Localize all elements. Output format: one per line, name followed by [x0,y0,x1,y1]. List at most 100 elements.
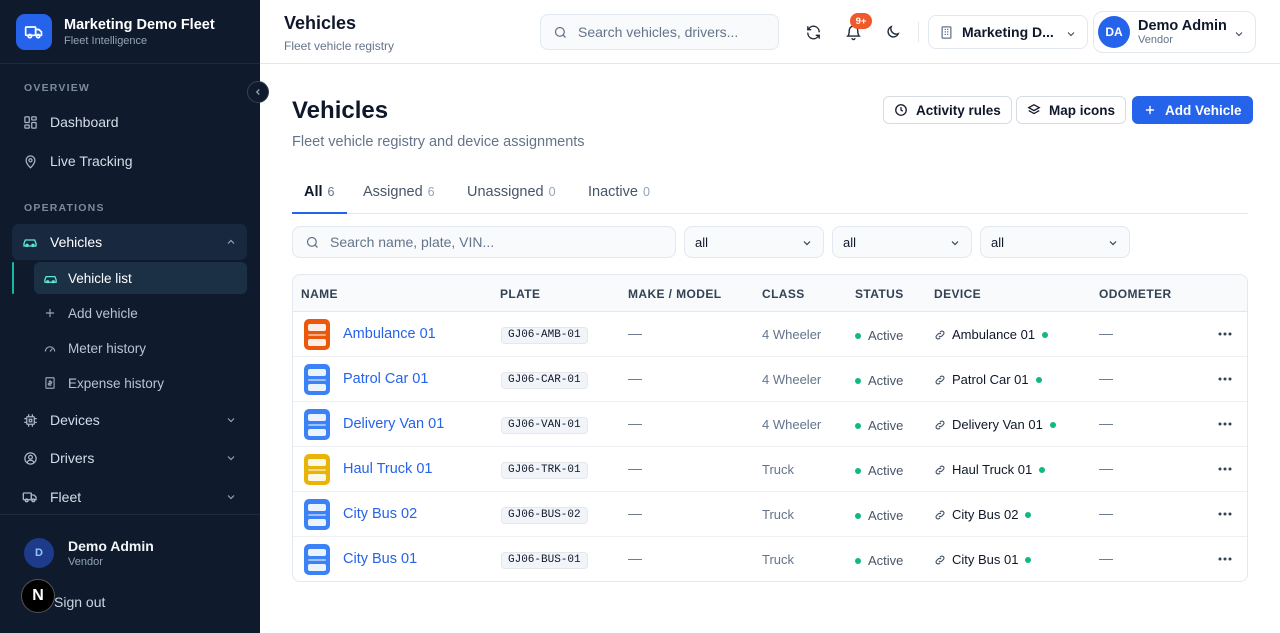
user-menu[interactable]: DA Demo Admin Vendor [1093,11,1256,53]
filter-select-1[interactable]: all [684,226,824,258]
map-pin-icon [22,153,38,169]
activity-rules-button[interactable]: Activity rules [883,96,1012,124]
table-row[interactable]: Patrol Car 01 GJ06-CAR-01 — 4 Wheeler Ac… [293,357,1247,402]
section-operations: OPERATIONS [24,202,105,214]
sidebar-item-label: Dashboard [50,114,119,130]
header-title: Vehicles [284,13,357,33]
more-actions-button[interactable] [1215,551,1235,567]
plate-badge: GJ06-AMB-01 [501,327,588,344]
device-link[interactable]: City Bus 02 [934,507,1032,522]
user-role: Vendor [68,556,103,568]
device-link[interactable]: Ambulance 01 [934,327,1049,342]
link-icon [934,374,946,386]
plus-icon [1143,103,1157,117]
ellipsis-icon [1218,332,1232,336]
column-header[interactable]: MAKE / MODEL [628,287,721,301]
more-actions-button[interactable] [1215,326,1235,342]
tenant-switcher[interactable]: Marketing D... [928,15,1088,49]
sidebar-item-devices[interactable]: Devices [12,402,247,438]
collapse-sidebar-button[interactable] [247,81,269,103]
table-row[interactable]: Delivery Van 01 GJ06-VAN-01 — 4 Wheeler … [293,402,1247,447]
tab-count: 6 [427,185,435,199]
tab-label: All [304,184,323,200]
vehicle-search[interactable] [292,226,676,258]
table-row[interactable]: City Bus 01 GJ06-BUS-01 — Truck Active C… [293,537,1247,581]
sidebar-subitem-label: Add vehicle [68,305,138,321]
truck-icon [22,489,38,505]
device-link[interactable]: Patrol Car 01 [934,372,1042,387]
plate-badge: GJ06-VAN-01 [501,417,588,434]
vehicle-name-link[interactable]: Delivery Van 01 [343,416,444,432]
column-header[interactable]: CLASS [762,287,805,301]
status-dot [855,467,861,474]
sidebar-subitem-vehicle-list[interactable]: Vehicle list [34,262,247,294]
make-model: — [628,460,642,476]
add-vehicle-button[interactable]: Add Vehicle [1132,96,1253,124]
more-actions-button[interactable] [1215,506,1235,522]
tab-unassigned[interactable]: Unassigned 0 [467,184,556,214]
column-header[interactable]: STATUS [855,287,904,301]
sidebar-item-live-tracking[interactable]: Live Tracking [12,143,247,179]
make-model: — [628,415,642,431]
map-icons-button[interactable]: Map icons [1016,96,1127,124]
global-search[interactable] [540,14,779,50]
filter-select-2[interactable]: all [832,226,972,258]
status-badge: Active [855,328,903,343]
link-icon [934,554,946,566]
sidebar-divider [0,514,260,515]
device-link[interactable]: City Bus 01 [934,552,1032,567]
sidebar: Marketing Demo Fleet Fleet Intelligence … [0,0,260,633]
theme-toggle-button[interactable] [881,20,905,44]
vehicle-name-link[interactable]: City Bus 01 [343,551,417,567]
status-tabs: All 6 Assigned 6 Unassigned 0 Inactive 0 [292,176,1248,214]
header-separator [918,22,919,42]
vehicle-name-link[interactable]: Haul Truck 01 [343,461,432,477]
sidebar-subitem-meter-history[interactable]: Meter history [34,332,247,364]
status-label: Active [868,418,904,433]
tab-label: Assigned [363,184,423,200]
refresh-icon [806,25,820,39]
sidebar-item-fleet[interactable]: Fleet [12,479,247,515]
more-actions-button[interactable] [1215,416,1235,432]
vehicle-class: 4 Wheeler [762,372,822,387]
moon-icon [887,25,900,38]
table-row[interactable]: Ambulance 01 GJ06-AMB-01 — 4 Wheeler Act… [293,312,1247,357]
brand[interactable]: Marketing Demo Fleet Fleet Intelligence [16,14,215,50]
status-dot [855,512,861,519]
tab-label: Unassigned [467,184,544,200]
next-dev-badge[interactable]: N [21,579,55,613]
refresh-button[interactable] [801,20,825,44]
column-header[interactable]: DEVICE [934,287,981,301]
make-model: — [628,370,642,386]
device-link[interactable]: Delivery Van 01 [934,417,1056,432]
tab-inactive[interactable]: Inactive 0 [588,184,650,214]
sidebar-item-dashboard[interactable]: Dashboard [12,104,247,140]
filter-select-3[interactable]: all [980,226,1130,258]
device-online-dot [1042,331,1049,338]
tab-all[interactable]: All 6 [292,184,347,214]
global-search-input[interactable] [578,24,768,40]
sidebar-subitem-add-vehicle[interactable]: Add vehicle [34,297,247,329]
more-actions-button[interactable] [1215,461,1235,477]
device-link[interactable]: Haul Truck 01 [934,462,1046,477]
vehicle-name-link[interactable]: Patrol Car 01 [343,371,428,387]
column-header[interactable]: ODOMETER [1099,287,1172,301]
sidebar-item-vehicles[interactable]: Vehicles [12,224,247,260]
sign-out-button[interactable]: Sign out [54,594,105,610]
vehicle-icon [304,364,330,395]
tab-assigned[interactable]: Assigned 6 [363,184,435,214]
table-row[interactable]: City Bus 02 GJ06-BUS-02 — Truck Active C… [293,492,1247,537]
sidebar-item-drivers[interactable]: Drivers [12,440,247,476]
table-row[interactable]: Haul Truck 01 GJ06-TRK-01 — Truck Active… [293,447,1247,492]
vehicle-search-input[interactable] [330,234,670,250]
vehicle-name-link[interactable]: Ambulance 01 [343,326,436,342]
status-badge: Active [855,508,903,523]
column-header[interactable]: NAME [301,287,338,301]
more-actions-button[interactable] [1215,371,1235,387]
column-header[interactable]: PLATE [500,287,540,301]
sidebar-subitem-expense-history[interactable]: Expense history [34,367,247,399]
vehicle-name-link[interactable]: City Bus 02 [343,506,417,522]
page-subtitle: Fleet vehicle registry and device assign… [292,134,585,150]
building-icon [941,25,952,39]
sidebar-user[interactable]: D Demo Admin Vendor [24,537,154,569]
